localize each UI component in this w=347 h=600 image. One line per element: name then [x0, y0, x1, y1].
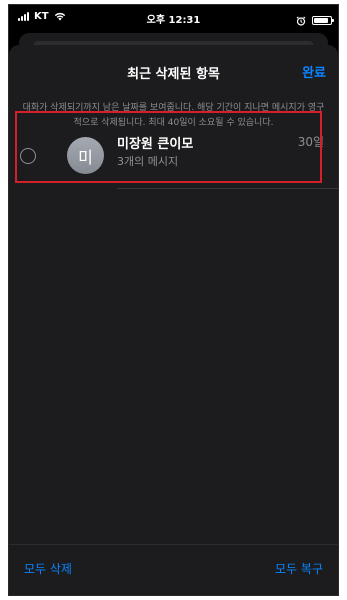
row-divider [117, 188, 338, 189]
conversation-name: 미장원 큰이모 [117, 137, 194, 152]
days-remaining: 30일 [297, 135, 324, 149]
message-count: 3개의 메시지 [117, 155, 179, 168]
avatar: 미 [67, 137, 104, 174]
done-button[interactable]: 완료 [302, 62, 326, 81]
battery-icon [312, 16, 334, 25]
alarm-icon [296, 11, 306, 30]
status-bar: KT 오후 12:31 [9, 5, 338, 35]
status-time: 오후 12:31 [146, 15, 201, 26]
sheet-title: 최근 삭제된 항목 [127, 67, 220, 82]
bottom-toolbar: 모두 삭제 모두 복구 [9, 544, 338, 595]
delete-all-button[interactable]: 모두 삭제 [24, 560, 72, 577]
phone-screen: KT 오후 12:31 최근 삭제된 항목 완료 대화가 삭제되기까지 남은 날… [8, 4, 339, 596]
restore-all-button[interactable]: 모두 복구 [275, 560, 323, 577]
sheet-header: 최근 삭제된 항목 완료 [9, 45, 338, 95]
avatar-initial: 미 [78, 147, 93, 167]
select-radio[interactable] [20, 148, 36, 164]
status-right [296, 11, 334, 30]
